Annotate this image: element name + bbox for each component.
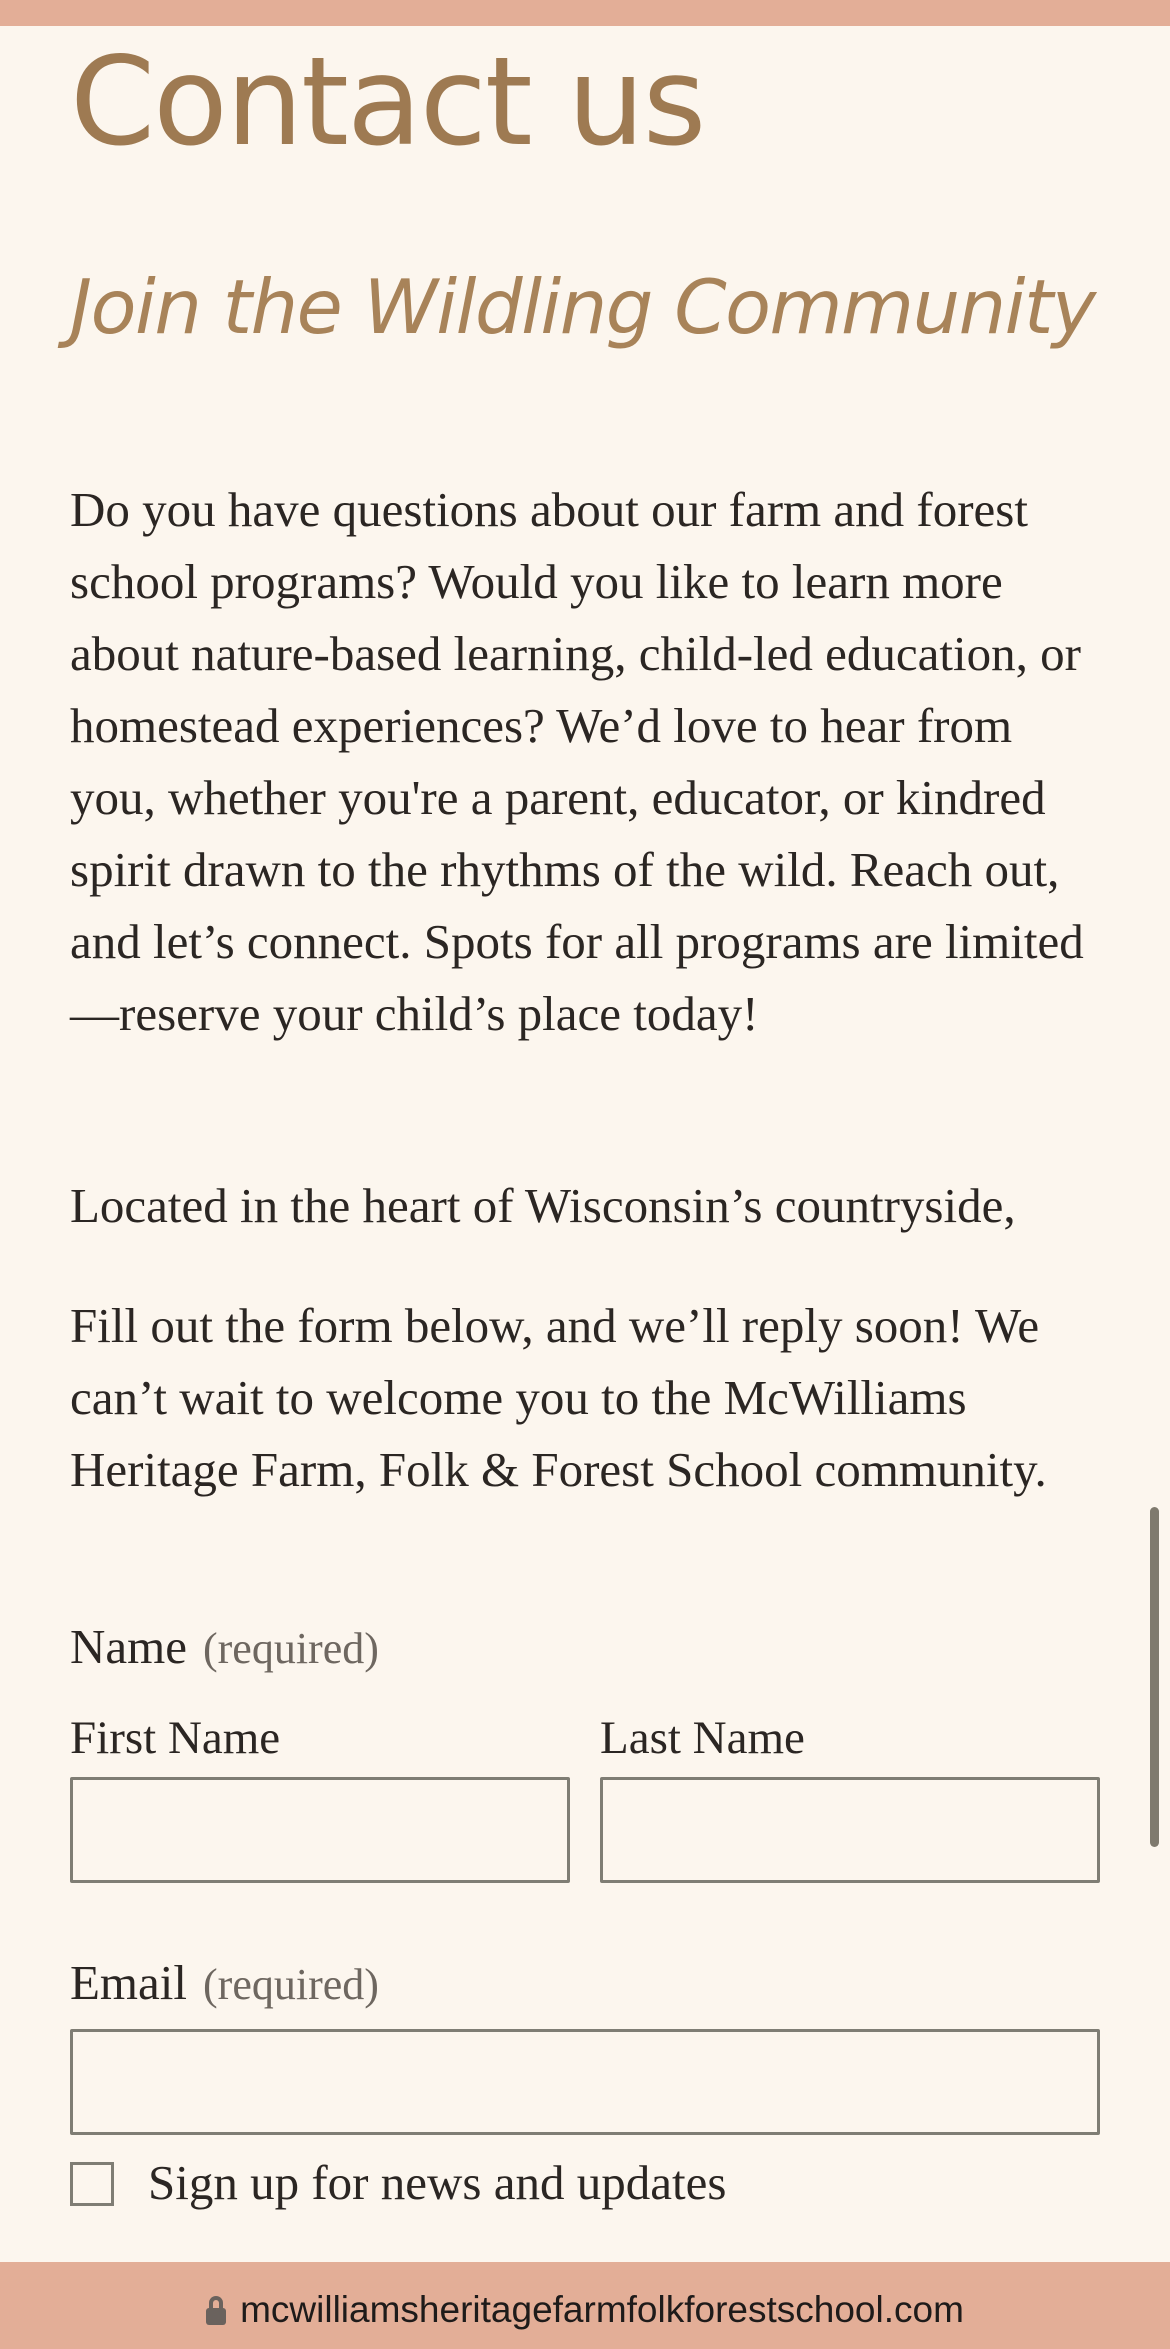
name-label: Name (required) — [70, 1617, 379, 1679]
location-paragraph: Located in the heart of Wisconsin’s coun… — [70, 1178, 1016, 1233]
url-display[interactable]: mcwilliamsheritagefarmfolkforestschool.c… — [0, 2284, 1170, 2336]
url-text[interactable]: mcwilliamsheritagefarmfolkforestschool.c… — [240, 2289, 964, 2330]
first-name-label: First Name — [70, 1712, 281, 1764]
page-title: Contact us — [70, 31, 706, 173]
first-name-input[interactable] — [70, 1777, 570, 1883]
name-required-note: (required) — [203, 1624, 379, 1673]
newsletter-checkbox[interactable] — [70, 2162, 114, 2206]
email-required-note: (required) — [203, 1960, 379, 2009]
email-label-text: Email — [70, 1955, 188, 2010]
lock-body — [206, 2308, 227, 2325]
last-name-input[interactable] — [600, 1777, 1100, 1883]
page-subtitle: Join the Wildling Community — [70, 263, 1096, 351]
intro-paragraph: Do you have questions about our farm and… — [70, 482, 1084, 1041]
last-name-label: Last Name — [600, 1712, 805, 1764]
name-label-text: Name — [70, 1619, 187, 1674]
newsletter-label[interactable]: Sign up for news and updates — [148, 2153, 726, 2213]
lock-icon — [206, 2296, 227, 2326]
scrollbar-thumb[interactable] — [1150, 1507, 1159, 1847]
email-label: Email (required) — [70, 1953, 379, 2015]
form-intro-paragraph: Fill out the form below, and we’ll reply… — [70, 1298, 1047, 1497]
email-input[interactable] — [70, 2029, 1100, 2135]
top-bar — [0, 0, 1170, 26]
